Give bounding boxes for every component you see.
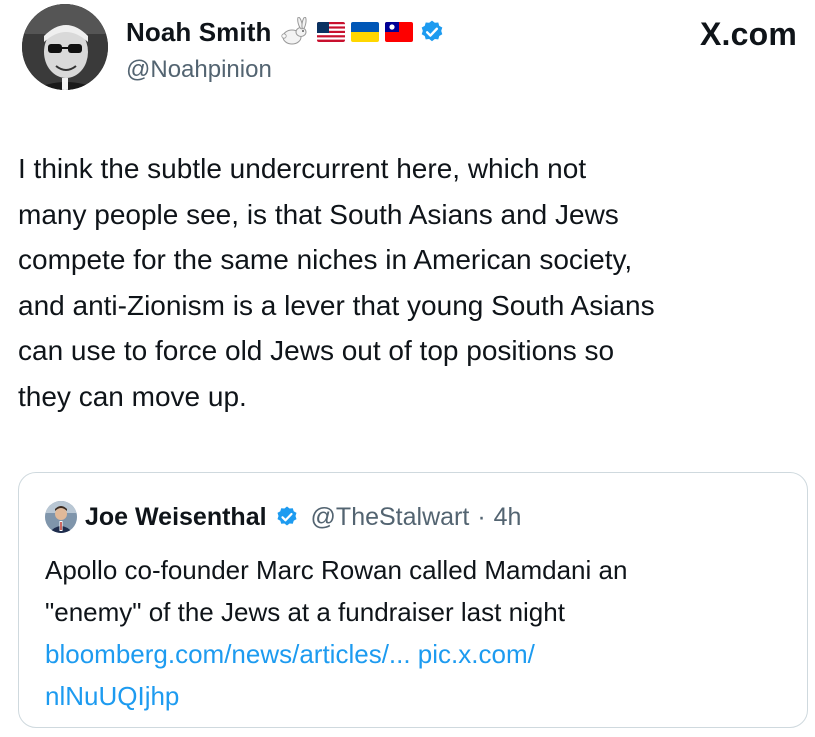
author-display-name[interactable]: Noah Smith [126,17,271,48]
x-brand-label: X.com [699,16,797,52]
quoted-tweet-card[interactable]: Joe Weisenthal @TheStalwart · 4h Apollo … [18,472,808,728]
quoted-timestamp[interactable]: 4h [494,503,522,532]
quoted-text-line: "enemy" of the Jews at a fundraiser last… [45,597,565,627]
quoted-author-name[interactable]: Joe Weisenthal [85,503,267,532]
quoted-author-handle[interactable]: @TheStalwart [311,503,470,532]
ukraine-flag-icon [351,22,380,42]
tweet-line: compete for the same niches in American … [18,244,633,275]
author-handle[interactable]: @Noahpinion [126,56,272,84]
quoted-link[interactable]: bloomberg.com/news/articles/... pic.x.co… [45,633,785,675]
separator-dot: · [477,502,486,531]
verified-badge-icon [422,20,443,42]
tweet-line: many people see, is that South Asians an… [18,198,619,230]
quoted-link-continuation[interactable]: nlNuUQIjhp [45,675,785,717]
quoted-tweet-header: Joe Weisenthal @TheStalwart · 4h [45,501,521,533]
author-emoji-badges [279,17,445,47]
tweet-body: I think the subtle undercurrent here, wh… [18,146,808,419]
tweet-line: can use to force old Jews out of top pos… [18,335,615,366]
author-avatar[interactable] [22,4,108,90]
taiwan-flag-icon [385,22,414,42]
us-flag-icon [317,22,346,42]
quoted-avatar-photo [45,501,77,533]
tweet-line: they can move up. [18,380,247,412]
verified-badge-icon [277,506,297,526]
rabbit-icon [281,17,308,45]
quoted-text-line: Apollo co-founder Marc Rowan called Mamd… [45,555,628,585]
tweet-line: I think the subtle undercurrent here, wh… [18,153,587,184]
author-name-row: Noah Smith [126,14,445,50]
avatar-photo [22,4,108,90]
quoted-tweet-body: Apollo co-founder Marc Rowan called Mamd… [45,549,785,717]
tweet-line: and anti-Zionism is a lever that young S… [18,289,655,321]
quoted-author-avatar[interactable] [45,501,77,533]
